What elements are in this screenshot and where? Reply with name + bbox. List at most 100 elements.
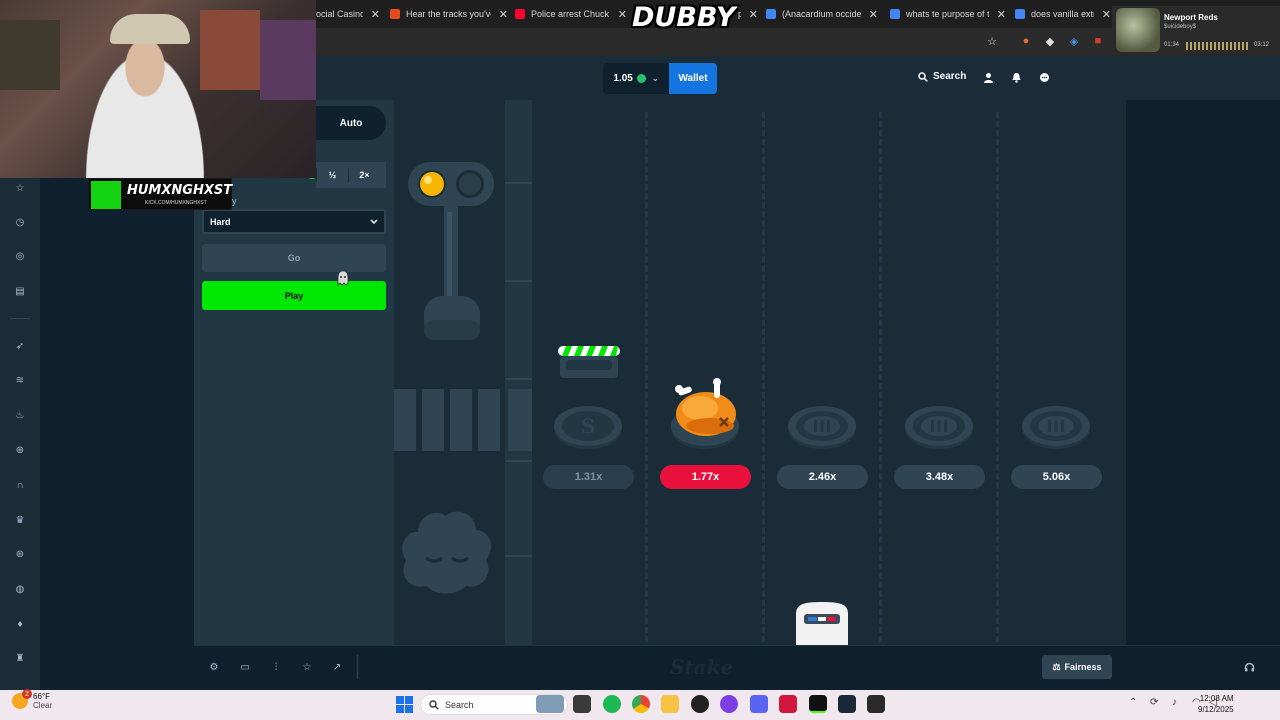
multiplier-pill-4[interactable]: 3.48x — [894, 465, 985, 489]
roasted-chicken-icon — [675, 378, 736, 436]
browser-tab[interactable]: (Anacardium occiden ✕ — [766, 4, 878, 24]
tab-close-icon[interactable]: ✕ — [371, 8, 380, 21]
multiplier-pill-3[interactable]: 2.46x — [777, 465, 868, 489]
waveform — [1186, 42, 1250, 50]
difficulty-select[interactable]: Hard — [202, 209, 386, 234]
chat-icon[interactable] — [1037, 70, 1051, 84]
discord-icon[interactable] — [750, 695, 768, 713]
tab-close-icon[interactable]: ✕ — [997, 8, 1006, 21]
app-icon[interactable] — [720, 695, 738, 713]
lane-divider — [645, 112, 649, 642]
lane-divider — [996, 112, 1000, 642]
live-support-headset-icon[interactable] — [1240, 658, 1258, 676]
favorites-star-icon[interactable]: ☆ — [12, 180, 28, 196]
balance-amount: 1.05 — [613, 73, 633, 84]
weather-widget[interactable]: 2 66°F Clear — [12, 689, 52, 710]
user-icon[interactable] — [981, 70, 995, 84]
app-icon[interactable] — [691, 695, 709, 713]
extension-icon[interactable]: ■ — [1090, 33, 1106, 49]
theatre-mode-icon[interactable]: ▭ — [237, 659, 253, 675]
song-duration: 03:12 — [1254, 42, 1270, 48]
browser-tab[interactable]: ocial Casino ✕ — [316, 4, 380, 24]
flame-icon[interactable]: ♦ — [12, 616, 28, 632]
bets-list-icon[interactable]: ▤ — [12, 283, 28, 299]
wallet-button[interactable]: Wallet — [669, 63, 717, 94]
difficulty-value: Hard — [210, 216, 231, 227]
globe-icon[interactable]: ⊕ — [12, 442, 28, 458]
settings-gear-icon[interactable]: ⚙ — [206, 659, 222, 675]
microphone-icon[interactable]: ♪ — [1172, 697, 1177, 708]
share-link-icon[interactable]: ↗ — [329, 659, 345, 675]
soccer-icon[interactable]: ◍ — [12, 581, 28, 597]
chevron-up-icon[interactable]: ⌃ — [1129, 697, 1137, 708]
kick-logo — [91, 181, 121, 209]
tab-favicon-icon — [515, 9, 525, 19]
currency-coin-icon — [636, 74, 646, 83]
steam-icon[interactable] — [838, 695, 856, 713]
file-explorer-icon[interactable] — [661, 695, 679, 713]
tab-close-icon[interactable]: ✕ — [869, 8, 878, 21]
clock-time: 12:08 AM — [1199, 694, 1234, 703]
extension-icon[interactable]: ◈ — [1066, 33, 1082, 49]
task-view-icon[interactable] — [573, 695, 591, 713]
browser-tab[interactable]: Hear the tracks you've ✕ — [390, 4, 508, 24]
sidewalk-seam — [505, 182, 532, 184]
extension-icon[interactable]: ● — [1018, 33, 1034, 49]
play-button[interactable]: Play — [202, 281, 386, 310]
lane-manhole[interactable] — [787, 402, 857, 450]
stats-chart-icon[interactable]: ⫶ — [268, 659, 284, 675]
streamer-hat — [110, 14, 190, 44]
tab-close-icon[interactable]: ✕ — [499, 8, 508, 21]
browser-tab[interactable]: whats te purpose of th ✕ — [890, 4, 1006, 24]
sports-ball-icon[interactable]: ⊛ — [12, 546, 28, 562]
half-bet-button[interactable]: ½ — [317, 170, 348, 180]
album-art — [1116, 8, 1160, 52]
tab-favicon-icon — [766, 9, 776, 19]
taskbar-search-label: Search — [445, 699, 474, 710]
tab-auto[interactable]: Auto — [316, 106, 386, 140]
rocket-icon[interactable]: ➶ — [12, 338, 28, 354]
search-button[interactable]: Search — [918, 71, 966, 82]
crown-icon[interactable]: ♛ — [12, 512, 28, 528]
chrome-icon[interactable] — [632, 695, 650, 713]
wall-poster — [260, 20, 316, 100]
browser-tab-label: ocial Casino — [316, 9, 363, 19]
headset-icon[interactable]: ∩ — [12, 477, 28, 493]
notification-bell-icon[interactable] — [1009, 70, 1023, 84]
go-button[interactable]: Go — [202, 244, 386, 272]
recent-clock-icon[interactable]: ◷ — [12, 214, 28, 230]
extension-icon[interactable]: ◆ — [1042, 33, 1058, 49]
app-icon[interactable] — [779, 695, 797, 713]
tab-close-icon[interactable]: ✕ — [1102, 8, 1111, 21]
browser-tab[interactable]: Police arrest Chuck E ✕ — [515, 4, 627, 24]
tab-favicon-icon — [890, 9, 900, 19]
trophy-icon[interactable]: ♜ — [12, 650, 28, 666]
tab-favicon-icon — [390, 9, 400, 19]
multiplier-pill-5[interactable]: 5.06x — [1011, 465, 1102, 489]
epic-games-icon[interactable] — [867, 695, 885, 713]
obs-icon[interactable] — [809, 695, 827, 713]
sidewalk-seam — [505, 378, 532, 380]
balance-selector[interactable]: 1.05 ⌄ — [603, 63, 669, 94]
bookmark-star-icon[interactable]: ☆ — [984, 33, 1000, 49]
browser-tab[interactable]: does vanilla extract ha ✕ — [1015, 4, 1111, 24]
tab-close-icon[interactable]: ✕ — [749, 8, 758, 21]
lane-manhole[interactable] — [1021, 402, 1091, 450]
spotify-icon[interactable] — [603, 695, 621, 713]
fairness-button[interactable]: ⚖ Fairness — [1042, 655, 1112, 679]
system-clock[interactable]: 12:08 AM 9/12/2025 — [1198, 693, 1234, 715]
windows-start-icon[interactable] — [396, 696, 413, 713]
lane-divider — [879, 112, 883, 642]
challenges-target-icon[interactable]: ◎ — [12, 248, 28, 264]
lane-manhole[interactable] — [904, 402, 974, 450]
double-bet-button[interactable]: 2× — [349, 170, 380, 180]
browser-tab-label: (Anacardium occiden — [782, 9, 861, 19]
sync-icon[interactable]: ⟳ — [1150, 697, 1158, 708]
svg-text:S: S — [581, 414, 595, 438]
weather-temperature: 66°F — [33, 692, 50, 701]
chart-icon[interactable]: ≋ — [12, 372, 28, 388]
fire-icon[interactable]: ♨ — [12, 407, 28, 423]
tab-close-icon[interactable]: ✕ — [618, 8, 627, 21]
streamer-name: HUMXNGHXST — [127, 183, 233, 198]
favorite-star-icon[interactable]: ☆ — [299, 659, 315, 675]
